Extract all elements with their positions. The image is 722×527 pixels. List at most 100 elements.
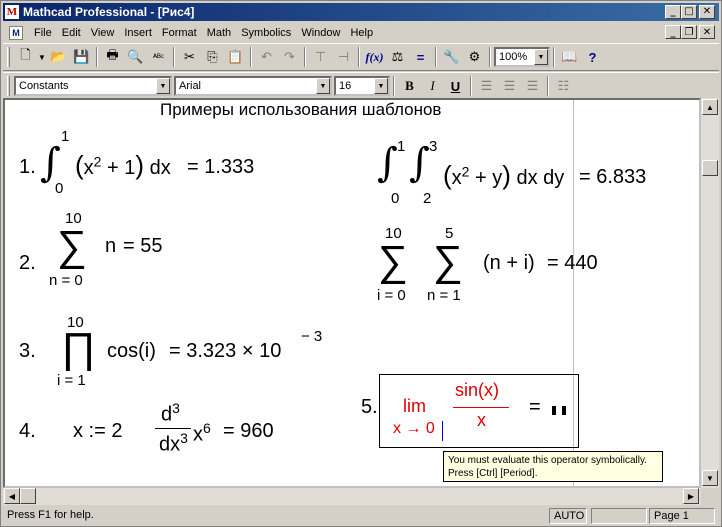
ex2-lower: n = 0 <box>49 272 83 289</box>
mathcad-app-icon[interactable]: M <box>5 5 19 19</box>
ex3-lower: i = 1 <box>57 372 86 389</box>
horizontal-scroll-thumb[interactable] <box>20 488 36 504</box>
redo-icon[interactable]: ↷ <box>278 46 301 68</box>
italic-icon[interactable]: I <box>421 75 444 97</box>
new-icon[interactable]: 🗋 <box>14 46 37 68</box>
zoom-select[interactable]: 100% ▼ <box>494 47 550 67</box>
ex5-numerator[interactable]: sin(x) <box>455 380 499 401</box>
document-icon[interactable]: M <box>9 25 23 40</box>
ex4-deriv-den[interactable]: dx3 <box>159 430 188 457</box>
print-icon[interactable]: 🖶 <box>101 46 124 68</box>
scroll-down-icon[interactable]: ▼ <box>702 470 718 486</box>
ex5-denominator[interactable]: x <box>477 410 486 431</box>
ex4-deriv-num[interactable]: d3 <box>161 400 180 427</box>
ex4-result[interactable]: = 960 <box>223 420 274 443</box>
copy-icon[interactable]: ⎘ <box>201 46 224 68</box>
scroll-left-icon[interactable]: ◀ <box>4 488 20 504</box>
ex1-result[interactable]: = 1.333 <box>187 156 254 179</box>
cut-icon[interactable]: ✂ <box>178 46 201 68</box>
menu-edit[interactable]: Edit <box>57 27 86 39</box>
vertical-scrollbar[interactable]: ▲ ▼ <box>701 98 719 488</box>
menu-file[interactable]: File <box>29 27 57 39</box>
align-right-icon[interactable]: ☰ <box>521 75 544 97</box>
ex1b-upper-1: 1 <box>397 138 406 155</box>
close-button[interactable]: ✕ <box>699 5 715 19</box>
ex1-integrand[interactable]: (x2 + 1) dx <box>75 150 171 181</box>
minimize-button[interactable]: _ <box>665 5 681 19</box>
resource-center-icon[interactable]: 📖 <box>558 46 581 68</box>
ex1-upper: 1 <box>61 128 70 145</box>
doc-restore-button[interactable]: ❐ <box>681 25 697 39</box>
horizontal-scrollbar[interactable]: ◀ ▶ <box>3 488 701 505</box>
integral-icon: ∫ <box>409 140 430 186</box>
toolbar-grip[interactable] <box>7 76 10 96</box>
ex2b-body[interactable]: (n + i) <box>483 252 535 275</box>
calculate-icon[interactable]: = <box>409 46 432 68</box>
font-select[interactable]: Arial ▼ <box>174 76 332 96</box>
paste-icon[interactable]: 📋 <box>224 46 247 68</box>
ex3-result[interactable]: = 3.323 × 10 <box>169 340 281 363</box>
menu-bar: M File Edit View Insert Format Math Symb… <box>3 23 719 42</box>
style-select[interactable]: Constants ▼ <box>14 76 172 96</box>
fraction-bar <box>453 407 509 408</box>
ex2-body[interactable]: n <box>105 235 116 258</box>
maximize-button[interactable]: □ <box>681 5 697 19</box>
ex2-result[interactable]: = 55 <box>123 235 162 258</box>
align-center-icon[interactable]: ☰ <box>498 75 521 97</box>
new-dropdown-icon[interactable]: ▼ <box>37 46 47 68</box>
font-size-select[interactable]: 16 ▼ <box>334 76 390 96</box>
vertical-scroll-thumb[interactable] <box>702 160 718 176</box>
chevron-down-icon[interactable]: ▼ <box>534 49 548 65</box>
ex4-assign[interactable]: x := 2 <box>73 420 122 443</box>
menu-help[interactable]: Help <box>345 27 378 39</box>
scroll-right-icon[interactable]: ▶ <box>683 488 699 504</box>
print-preview-icon[interactable]: 🔍 <box>124 46 147 68</box>
bullets-icon[interactable]: ☷ <box>552 75 575 97</box>
ex4-label: 4. <box>19 420 36 442</box>
ex5-lim[interactable]: lim <box>403 396 426 417</box>
sum-icon: ∑ <box>378 237 408 284</box>
insert-function-icon[interactable]: f(x) <box>363 46 386 68</box>
underline-icon[interactable]: U <box>444 75 467 97</box>
status-mode: AUTO <box>549 508 587 524</box>
placeholder-marker[interactable] <box>552 406 556 415</box>
resource-icon[interactable]: ⚙ <box>463 46 486 68</box>
menu-format[interactable]: Format <box>157 27 202 39</box>
scroll-up-icon[interactable]: ▲ <box>702 99 718 115</box>
open-icon[interactable]: 📂 <box>47 46 70 68</box>
bold-icon[interactable]: B <box>398 75 421 97</box>
menu-insert[interactable]: Insert <box>119 27 157 39</box>
align-down-icon[interactable]: ⊣ <box>332 46 355 68</box>
align-left-icon[interactable]: ☰ <box>475 75 498 97</box>
chevron-down-icon[interactable]: ▼ <box>374 78 388 94</box>
spell-check-icon[interactable]: ᴬᴮᶜ <box>147 46 170 68</box>
chevron-down-icon[interactable]: ▼ <box>156 78 170 94</box>
formatting-toolbar: Constants ▼ Arial ▼ 16 ▼ B I U ☰ ☰ ☰ ☷ <box>3 72 719 100</box>
ex5-equals[interactable]: = <box>529 396 541 419</box>
ex3-exponent: − 3 <box>301 328 323 345</box>
ex1b-integrand[interactable]: (x2 + y) dx dy <box>443 160 564 191</box>
title-bar[interactable]: M Mathcad Professional - [Рис4] _ □ ✕ <box>3 3 719 21</box>
ex2b-result[interactable]: = 440 <box>547 252 598 275</box>
worksheet[interactable]: Примеры использования шаблонов 1. ∫ 1 0 … <box>3 98 701 488</box>
menu-view[interactable]: View <box>86 27 120 39</box>
toolbar-grip[interactable] <box>7 47 10 67</box>
align-across-icon[interactable]: ⊤ <box>309 46 332 68</box>
component-wizard-icon[interactable]: 🔧 <box>440 46 463 68</box>
undo-icon[interactable]: ↶ <box>255 46 278 68</box>
ex4-body[interactable]: x6 <box>193 420 211 447</box>
menu-symbolics[interactable]: Symbolics <box>236 27 296 39</box>
ex5-sub[interactable]: x → 0 <box>393 420 435 438</box>
doc-minimize-button[interactable]: _ <box>665 25 681 39</box>
insert-unit-icon[interactable]: ⚖ <box>386 46 409 68</box>
chevron-down-icon[interactable]: ▼ <box>316 78 330 94</box>
menu-math[interactable]: Math <box>202 27 236 39</box>
ex2-label: 2. <box>19 252 36 274</box>
help-icon[interactable]: ? <box>581 46 604 68</box>
placeholder-marker[interactable] <box>562 406 566 415</box>
doc-close-button[interactable]: ✕ <box>699 25 715 39</box>
save-icon[interactable]: 💾 <box>70 46 93 68</box>
ex3-body[interactable]: cos(i) <box>107 340 156 363</box>
ex1b-result[interactable]: = 6.833 <box>579 166 646 189</box>
menu-window[interactable]: Window <box>296 27 345 39</box>
